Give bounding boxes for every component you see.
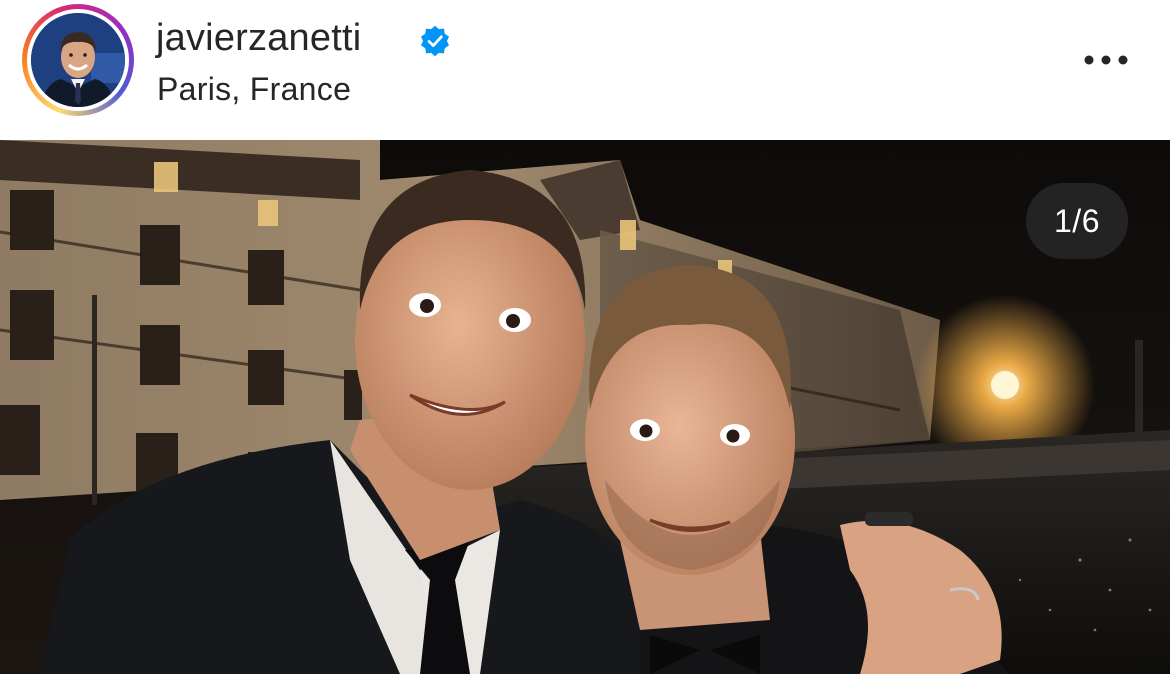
photo-image: [0, 140, 1170, 674]
avatar[interactable]: [31, 13, 125, 107]
avatar-gap: [27, 9, 129, 111]
more-options-icon: [1084, 55, 1128, 65]
avatar-portrait: [31, 13, 125, 107]
more-options-button[interactable]: [1076, 40, 1136, 80]
post-header: javierzanetti Paris, France: [0, 0, 1170, 140]
location-link[interactable]: Paris, France: [157, 68, 351, 110]
media-counter: 1/6: [1026, 183, 1128, 259]
verified-badge-icon: [420, 25, 450, 57]
username[interactable]: javierzanetti: [156, 14, 361, 62]
post-photo[interactable]: [0, 140, 1170, 674]
story-ring[interactable]: [22, 4, 134, 116]
